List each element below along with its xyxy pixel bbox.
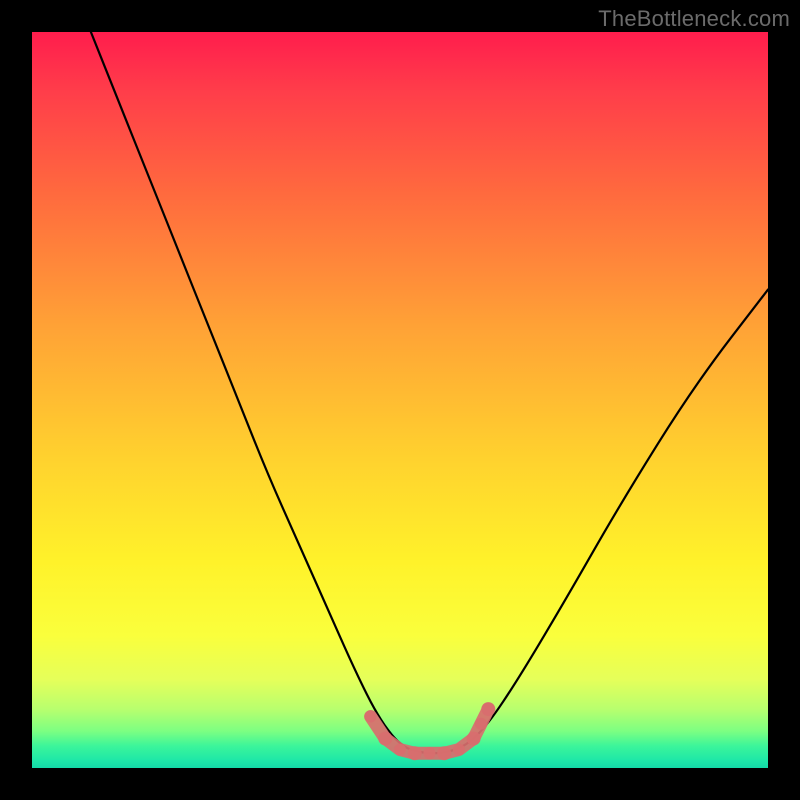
sweet-spot-dot — [481, 702, 495, 716]
chart-frame: TheBottleneck.com — [0, 0, 800, 800]
sweet-spot-dot — [467, 732, 481, 746]
sweet-spot-dot — [437, 746, 451, 760]
sweet-spot-dot — [378, 732, 392, 746]
sweet-spot-dot — [365, 711, 377, 723]
sweet-spot-dot — [423, 747, 435, 759]
plot-area — [32, 32, 768, 768]
curve-svg — [32, 32, 768, 768]
sweet-spot-markers — [365, 702, 496, 760]
sweet-spot-dot — [408, 746, 422, 760]
watermark-text: TheBottleneck.com — [598, 6, 790, 32]
bottleneck-curve — [91, 32, 768, 753]
sweet-spot-dot — [453, 744, 465, 756]
sweet-spot-dot — [475, 718, 487, 730]
sweet-spot-dot — [394, 744, 406, 756]
